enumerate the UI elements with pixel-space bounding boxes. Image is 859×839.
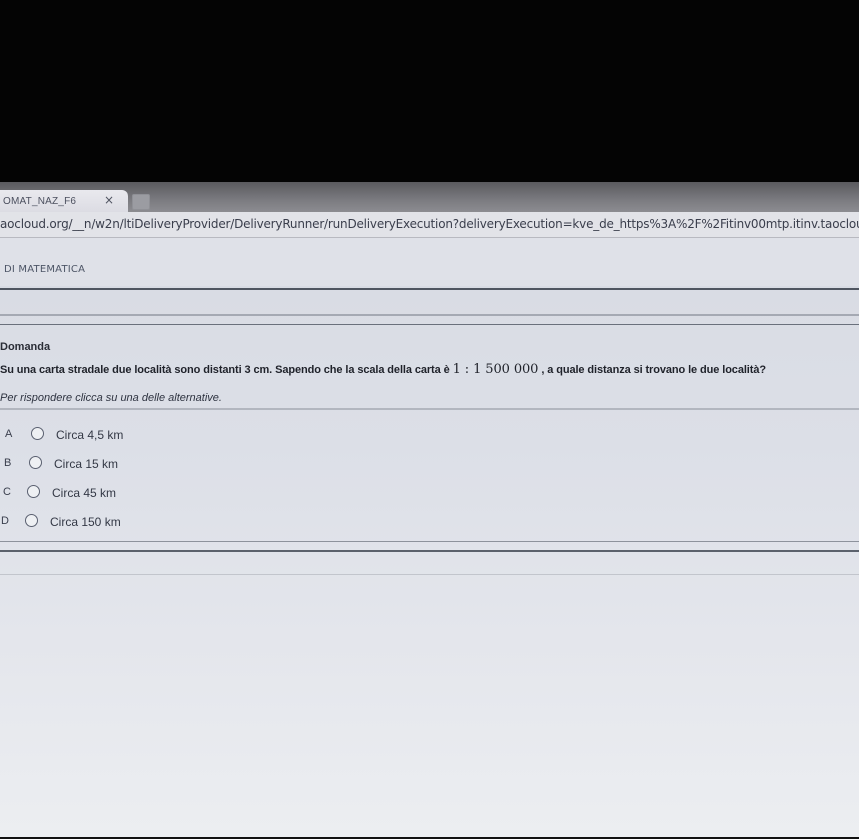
divider <box>0 574 859 575</box>
scale-ratio: 1 : 1 500 000 <box>452 362 539 377</box>
answer-option-a[interactable]: A Circa 4,5 km <box>0 422 859 448</box>
option-text: Circa 45 km <box>52 486 117 500</box>
radio-button[interactable] <box>27 485 40 498</box>
option-letter: C <box>3 486 11 498</box>
divider <box>0 324 859 325</box>
monitor-bezel-top <box>0 0 859 182</box>
answer-option-c[interactable]: C Circa 45 km <box>0 480 859 506</box>
radio-button[interactable] <box>31 427 44 440</box>
answer-option-d[interactable]: D Circa 150 km <box>0 509 859 535</box>
tab-strip: OMAT_NAZ_F6 × <box>0 182 859 212</box>
option-text: Circa 150 km <box>50 515 121 529</box>
option-text: Circa 4,5 km <box>56 428 124 442</box>
footer-divider <box>0 550 859 552</box>
page-header: DI MATEMATICA <box>0 238 859 286</box>
question-text: Su una carta stradale due località sono … <box>0 362 859 377</box>
option-letter: B <box>4 457 12 469</box>
tab-title: OMAT_NAZ_F6 <box>3 195 77 207</box>
close-icon[interactable]: × <box>102 193 116 207</box>
answer-option-b[interactable]: B Circa 15 km <box>0 451 859 477</box>
header-divider <box>0 288 859 290</box>
answer-options: A Circa 4,5 km B Circa 15 km C Circa 45 … <box>0 418 859 538</box>
option-letter: D <box>1 515 9 527</box>
question-text-start: Su una carta stradale due località sono … <box>0 364 450 376</box>
radio-button[interactable] <box>29 456 42 469</box>
address-bar[interactable]: aocloud.org/__n/w2n/ltiDeliveryProvider/… <box>0 212 859 238</box>
divider <box>0 541 859 542</box>
question-text-end: , a quale distanza si trovano le due loc… <box>541 364 766 376</box>
instruction-text: Per rispondere clicca su una delle alter… <box>0 392 222 404</box>
option-text: Circa 15 km <box>54 457 119 471</box>
new-tab-button[interactable] <box>132 194 150 210</box>
radio-button[interactable] <box>25 514 38 527</box>
option-letter: A <box>5 428 13 440</box>
question-label: Domanda <box>0 341 51 353</box>
browser-window: OMAT_NAZ_F6 × aocloud.org/__n/w2n/ltiDel… <box>0 182 859 837</box>
divider <box>0 314 859 316</box>
section-title: DI MATEMATICA <box>4 264 86 275</box>
browser-tab[interactable]: OMAT_NAZ_F6 × <box>0 190 128 212</box>
url-text: aocloud.org/__n/w2n/ltiDeliveryProvider/… <box>0 217 859 231</box>
divider <box>0 408 859 410</box>
